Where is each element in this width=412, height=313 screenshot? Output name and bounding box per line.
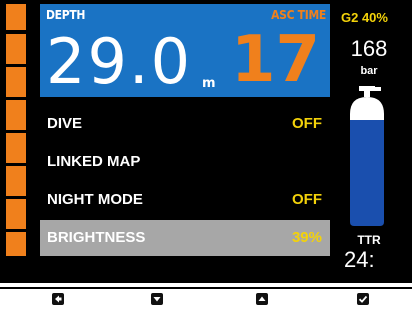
ascent-rate-segment [6, 100, 26, 130]
gas-tank-icon [350, 86, 384, 226]
ascent-rate-segment [6, 133, 26, 163]
depth-panel: DEPTH ASC TIME 29.0 m 17 [40, 4, 330, 98]
menu-item-value: OFF [292, 191, 322, 208]
menu-item-label: NIGHT MODE [47, 191, 143, 208]
menu-item-dive[interactable]: DIVE OFF [40, 106, 330, 142]
ascent-rate-segment [6, 67, 26, 97]
depth-value: 29.0 [46, 25, 193, 98]
arrow-left-icon [55, 295, 62, 303]
confirm-button[interactable] [357, 293, 369, 305]
ascent-rate-segment [6, 4, 26, 30]
ascent-rate-segment [6, 34, 26, 64]
ttr-label: TTR [357, 233, 381, 247]
menu-item-value: OFF [292, 115, 322, 132]
arrow-down-icon [153, 297, 161, 302]
menu-item-label: LINKED MAP [47, 153, 141, 170]
tank-pressure-unit: bar [360, 65, 378, 77]
down-button[interactable] [151, 293, 163, 305]
gas-panel: G2 40% 168 bar TTR 24: [334, 4, 412, 283]
dive-computer-screen: DEPTH ASC TIME 29.0 m 17 DIVE OFF LINKED… [0, 0, 412, 283]
menu-item-label: DIVE [47, 115, 83, 132]
ascent-rate-segment [6, 232, 26, 256]
checkmark-icon [358, 295, 368, 303]
arrow-up-icon [258, 296, 266, 301]
depth-unit: m [202, 76, 216, 91]
ascent-rate-segment [6, 199, 26, 229]
ascent-time-value: 17 [230, 23, 320, 97]
back-button[interactable] [52, 293, 64, 305]
up-button[interactable] [256, 293, 268, 305]
gas-label: G2 40% [341, 10, 388, 25]
menu-item-value: 39% [291, 229, 322, 246]
menu-item-linked-map[interactable]: LINKED MAP [40, 144, 330, 180]
menu-item-night-mode[interactable]: NIGHT MODE OFF [40, 182, 330, 218]
ascent-time-label: ASC TIME [271, 8, 326, 22]
depth-label: DEPTH [46, 8, 86, 22]
button-bar-divider [0, 287, 412, 289]
tank-pressure-value: 168 [350, 36, 388, 61]
menu-item-brightness[interactable]: BRIGHTNESS 39% [40, 220, 330, 256]
menu-item-label: BRIGHTNESS [47, 229, 146, 246]
ttr-value: 24: [344, 247, 375, 272]
ascent-rate-segment [6, 166, 26, 196]
